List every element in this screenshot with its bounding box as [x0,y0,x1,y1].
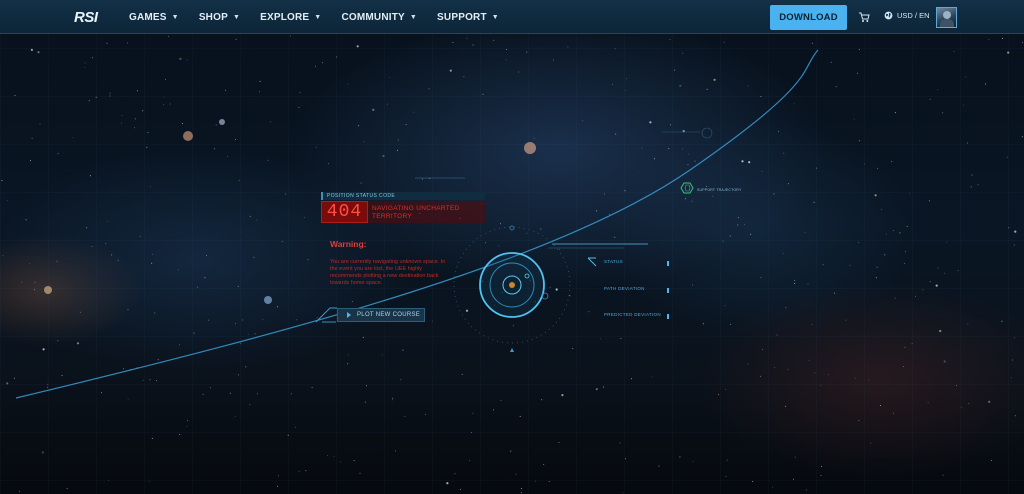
readout-status-marker [667,261,669,266]
error-code: 404 [326,202,363,222]
scanner-satellite-3 [509,225,515,231]
warning-title: Warning: [330,239,367,249]
plot-new-course-label: PLOT NEW COURSE [357,312,421,318]
trajectory-hexagon [680,182,694,194]
nav-item-games[interactable]: GAMES ▼ [129,12,179,23]
nav-item-community[interactable]: COMMUNITY ▼ [341,12,417,23]
nav-item-explore[interactable]: EXPLORE ▼ [260,12,321,23]
orbit-arc [15,49,819,399]
rsi-logo[interactable]: RSI [74,9,98,26]
warning-text: You are currently navigating unknown spa… [330,259,446,286]
readout-path-deviation: PATH DEVIATION [604,286,645,291]
globe-icon [884,11,893,20]
status-code-bar: POSITION STATUS CODE [321,192,485,200]
top-nav: RSI GAMES ▼ SHOP ▼ EXPLORE ▼ COMMUNITY ▼ SUP… [0,0,1024,34]
status-code-label: POSITION STATUS CODE [327,193,396,199]
error-code-box: 404 [321,201,368,223]
scanner-marker [510,348,514,352]
chevron-down-icon: ▼ [314,13,322,21]
play-icon [347,312,351,318]
orbit-overlay [15,49,819,399]
locale-selector[interactable]: USD / EN [884,11,930,20]
locale-label: USD / EN [897,11,930,20]
plot-new-course-button[interactable]: PLOT NEW COURSE [337,308,425,322]
error-message: NAVIGATING UNCHARTED TERRITORY [372,205,460,220]
scanner-center [509,282,515,288]
main-menu: GAMES ▼ SHOP ▼ EXPLORE ▼ COMMUNITY ▼ SUPPORT… [129,0,519,34]
chevron-down-icon: ▼ [409,13,418,21]
nav-item-shop[interactable]: SHOP ▼ [199,12,240,23]
readout-status: STATUS [604,259,623,264]
chevron-down-icon: ▼ [232,13,241,21]
readout-path-deviation-marker [667,288,669,293]
avatar[interactable] [936,7,957,28]
download-button[interactable]: DOWNLOAD [770,5,847,30]
readout-predicted-deviation: PREDICTED DEVIATION [604,312,661,317]
space-background [0,0,1024,494]
cart-icon[interactable] [858,11,870,23]
readout-predicted-deviation-marker [667,314,669,319]
nav-item-support[interactable]: SUPPORT ▼ [437,12,499,23]
chevron-down-icon: ▼ [491,13,499,21]
trajectory-label: SUPPORT TRAJECTORY [697,188,742,192]
chevron-down-icon: ▼ [171,13,179,21]
